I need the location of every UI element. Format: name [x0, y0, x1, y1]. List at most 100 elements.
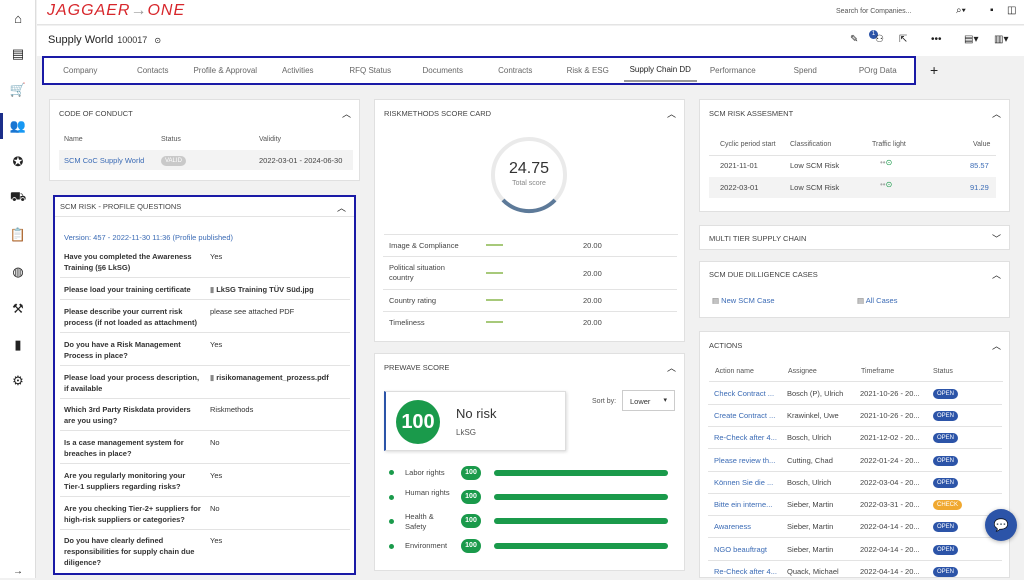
attachment-link[interactable]: ▮ LkSG Training TÜV Süd.jpg [210, 284, 314, 295]
cart-icon[interactable]: 🛒 [9, 81, 27, 99]
chevron-up-icon[interactable]: ︿ [667, 107, 676, 120]
divider [708, 404, 1002, 405]
riskmethods-card: RISKMETHODS SCORE CARD ︿ 24.75 Total sco… [374, 99, 685, 342]
company-search-input[interactable]: Search for Companies... [833, 4, 951, 21]
tab-company[interactable]: Company [44, 58, 117, 83]
chevron-down-icon[interactable]: ﹀ [992, 232, 1001, 245]
col-assignee: Assignee [788, 368, 817, 375]
action-link[interactable]: Bitte ein interne... [714, 500, 772, 509]
tab-documents[interactable]: Documents [407, 58, 480, 83]
apps-icon[interactable]: ◫ [1007, 5, 1016, 16]
action-link[interactable]: Awareness [714, 522, 751, 531]
edit-icon[interactable]: ✎ [850, 34, 858, 45]
chevron-up-icon[interactable]: ︿ [992, 268, 1001, 281]
sort-label: Sort by: [592, 398, 617, 405]
divider [708, 560, 1002, 561]
truck-icon[interactable]: ⛟ [9, 189, 27, 207]
divider [708, 493, 1002, 494]
clipboard-icon[interactable]: 📋 [9, 226, 27, 244]
action-link[interactable]: NGO beauftragt [714, 545, 767, 554]
caret-down-icon: ▾ [663, 397, 667, 404]
divider [708, 426, 1002, 427]
divider [60, 365, 350, 366]
tab-rfq-status[interactable]: RFQ Status [334, 58, 407, 83]
gear-icon[interactable]: ⚙ [9, 372, 27, 390]
sort-select[interactable]: Lower ▾ [622, 390, 675, 411]
tasks-icon[interactable]: ▪ [990, 5, 994, 16]
tab-risk-esg[interactable]: Risk & ESG [552, 58, 625, 83]
question: Please load your training certificate [64, 285, 191, 294]
actions-card: ACTIONS ︿ Action name Assignee Timeframe… [699, 331, 1010, 578]
bar-fill [494, 518, 668, 524]
globe-icon[interactable]: ◍ [9, 263, 27, 281]
col-classification: Classification [790, 141, 832, 148]
tab-performance[interactable]: Performance [697, 58, 770, 83]
page-header: Supply World 100017 ⊙ ✎ 1 ⚇ ⇱ ••• ▤▾ ▥▾ [37, 26, 1024, 56]
home-icon[interactable]: ⌂ [9, 9, 27, 27]
status-badge: OPEN [933, 567, 959, 577]
chevron-up-icon[interactable]: ︿ [342, 107, 351, 120]
assignee: Krawinkel, Uwe [787, 411, 839, 420]
tab-spend[interactable]: Spend [769, 58, 842, 83]
list-icon: ▤ [857, 296, 866, 305]
jaggaer-logo[interactable]: JAGGAER→ONE [47, 2, 185, 20]
new-case-link[interactable]: ▤ New SCM Case [712, 296, 775, 305]
chevron-up-icon[interactable]: ︿ [992, 107, 1001, 120]
chevron-up-icon[interactable]: ︿ [667, 361, 676, 374]
search-icon[interactable]: ⌕▾ [956, 5, 966, 16]
all-cases-link[interactable]: ▤ All Cases [857, 296, 897, 305]
chart-icon[interactable]: ▮ [9, 336, 27, 354]
timeframe: 2022-04-14 - 20... [860, 567, 920, 576]
divider [383, 256, 677, 257]
risk-value[interactable]: 91.29 [970, 183, 989, 192]
action-link[interactable]: Please review th... [714, 456, 775, 465]
badge-icon[interactable]: ✪ [9, 153, 27, 171]
chevron-up-icon[interactable]: ︿ [992, 339, 1001, 352]
version-link[interactable]: Version: 457 - 2022-11-30 11:36 (Profile… [64, 233, 233, 242]
add-tab-button[interactable]: + [930, 62, 938, 78]
col-status: Status [933, 368, 953, 375]
col-action: Action name [715, 368, 754, 375]
add-user-icon[interactable]: ⚇ [875, 34, 884, 45]
assignee: Sieber, Martin [787, 545, 834, 554]
action-link[interactable]: Re-Check after 4... [714, 433, 777, 442]
bullet-icon [389, 495, 394, 500]
risk-value[interactable]: 85.57 [970, 161, 989, 170]
more-icon[interactable]: ••• [931, 34, 942, 45]
tab-porg-data[interactable]: POrg Data [842, 58, 915, 83]
risk-level: No risk [456, 406, 497, 421]
dashboard-icon[interactable]: ▤ [9, 45, 27, 63]
hammer-icon[interactable]: ⚒ [9, 300, 27, 318]
columns-icon[interactable]: ▥▾ [994, 34, 1008, 45]
assignee: Sieber, Martin [787, 522, 834, 531]
suppliers-icon[interactable]: 👥 [9, 117, 27, 135]
chevron-up-icon[interactable]: ︿ [337, 201, 346, 214]
score-row-label: Timeliness [389, 318, 425, 327]
timeframe: 2021-10-26 - 20... [860, 389, 920, 398]
coc-link[interactable]: SCM CoC Supply World [64, 156, 144, 165]
question: Have you completed the Awareness Trainin… [64, 252, 192, 272]
col-value: Value [973, 141, 991, 148]
bullet-icon [389, 470, 394, 475]
chat-icon[interactable]: 💬 [985, 509, 1017, 541]
action-link[interactable]: Re-Check after 4... [714, 567, 777, 576]
tab-profile-approval[interactable]: Profile & Approval [189, 58, 262, 83]
left-nav: ⌂ ▤ 🛒 👥 ✪ ⛟ 📋 ◍ ⚒ ▮ ⚙ → [0, 0, 36, 578]
attachment-link[interactable]: ▮ risikomanagement_prozess.pdf [210, 372, 329, 383]
document-icon: ▤ [712, 296, 722, 305]
action-link[interactable]: Create Contract ... [714, 411, 775, 420]
assignee: Cutting, Chad [787, 456, 833, 465]
action-link[interactable]: Check Contract ... [714, 389, 774, 398]
tab-contracts[interactable]: Contracts [479, 58, 552, 83]
timeframe: 2021-12-02 - 20... [860, 433, 920, 442]
tab-contacts[interactable]: Contacts [117, 58, 190, 83]
tab-activities[interactable]: Activities [262, 58, 335, 83]
expand-icon[interactable]: → [9, 562, 27, 580]
action-link[interactable]: Können Sie die ... [714, 478, 773, 487]
answer: Yes [210, 471, 223, 480]
tab-supply-chain-dd[interactable]: Supply Chain DD [624, 59, 697, 82]
prewave-score-pill: 100 [461, 490, 481, 504]
info-icon[interactable]: ⊙ [154, 36, 161, 45]
share-icon[interactable]: ⇱ [899, 34, 907, 45]
layout-icon[interactable]: ▤▾ [964, 34, 978, 45]
